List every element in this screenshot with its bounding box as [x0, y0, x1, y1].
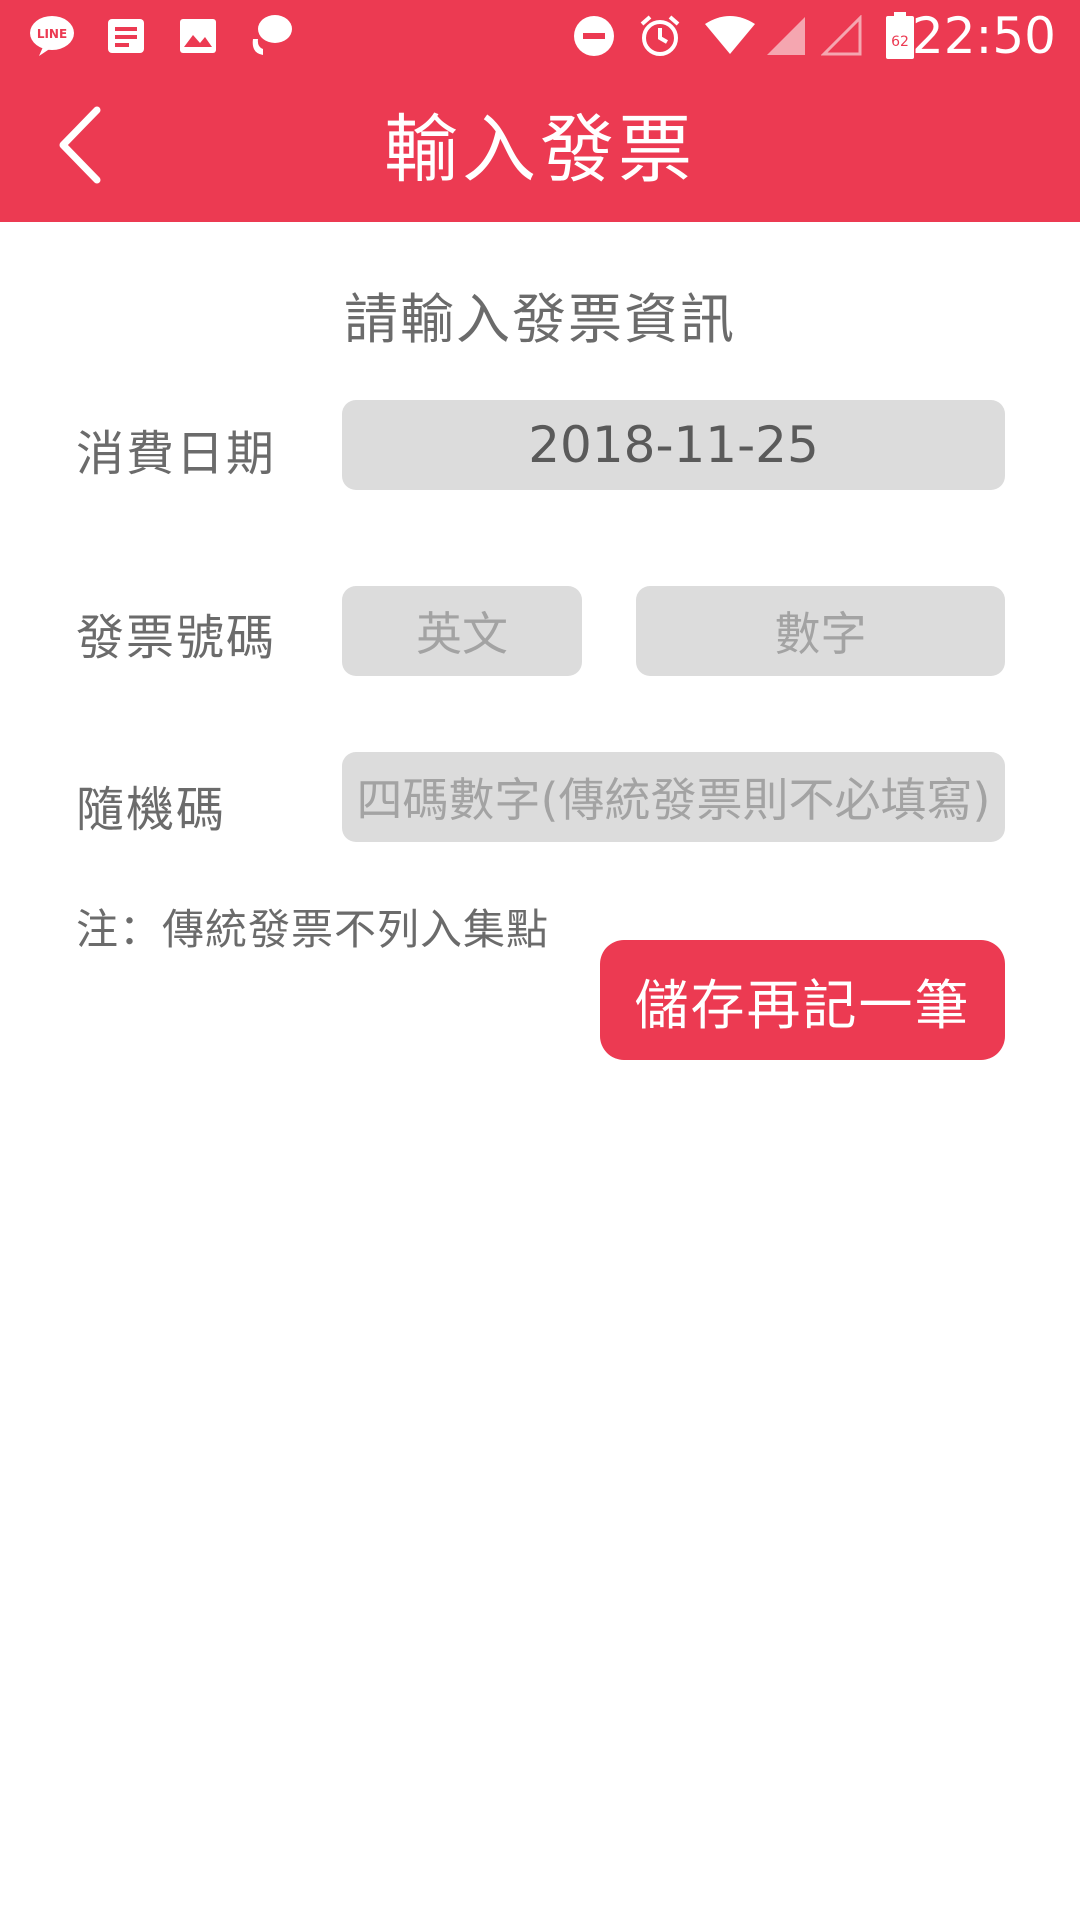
random-code-input[interactable]: 四碼數字(傳統發票則不必填寫) — [342, 752, 1005, 842]
save-and-add-another-button[interactable]: 儲存再記一筆 — [600, 940, 1005, 1060]
line-app-icon: LINE — [28, 12, 76, 60]
date-label: 消費日期 — [76, 426, 277, 482]
invoice-digits-input[interactable]: 數字 — [636, 586, 1005, 676]
note-text: 注：傳統發票不列入集點 — [76, 905, 550, 954]
signal-empty-icon — [818, 12, 866, 60]
clock: 22:50 — [911, 7, 1056, 65]
signal-icon — [762, 12, 810, 60]
note-icon — [102, 12, 150, 60]
battery-level-text: 62 — [891, 34, 909, 50]
invoice-number-label: 發票號碼 — [76, 610, 277, 666]
chat-bubble-icon — [246, 12, 294, 60]
invoice-letters-input[interactable]: 英文 — [342, 586, 582, 676]
image-icon — [174, 12, 222, 60]
alarm-icon — [636, 12, 684, 60]
do-not-disturb-icon — [570, 12, 618, 60]
status-bar: LINE 62 22:50 — [0, 0, 1080, 72]
page-title: 輸入發票 — [384, 107, 696, 193]
random-code-label: 隨機碼 — [76, 782, 227, 838]
svg-text:LINE: LINE — [37, 27, 67, 41]
app-bar: 輸入發票 — [0, 72, 1080, 222]
wifi-icon — [702, 12, 758, 60]
date-field[interactable]: 2018-11-25 — [342, 400, 1005, 490]
form-heading: 請輸入發票資訊 — [344, 288, 736, 351]
